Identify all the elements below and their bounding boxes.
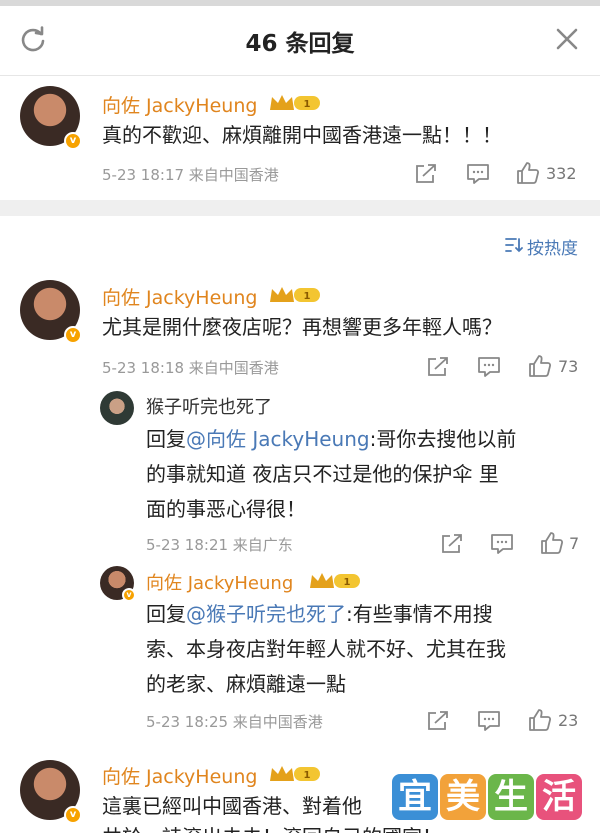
sort-icon[interactable]: [504, 236, 524, 254]
level-text: 1: [304, 291, 311, 302]
reply-text-line: :有些事情不用搜: [346, 602, 493, 626]
comment-icon[interactable]: [466, 163, 490, 185]
avatar[interactable]: [100, 391, 134, 425]
like-icon[interactable]: [528, 354, 552, 378]
comment-icon[interactable]: [490, 533, 514, 555]
like-icon[interactable]: [528, 708, 552, 732]
author-name[interactable]: 向佐 JackyHeung: [102, 91, 257, 118]
like-count: 23: [558, 711, 579, 730]
comment-text: 這裏已經叫中國香港、對着他: [102, 794, 362, 818]
reply-text: 回复@向佐 JackyHeung:哥你去搜他以前: [146, 422, 516, 457]
like-icon[interactable]: [540, 531, 564, 555]
comment-text: 尤其是開什麼夜店呢？再想響更多年輕人嗎？: [102, 315, 502, 339]
share-icon[interactable]: [414, 163, 438, 185]
reply-text-line: :哥你去搜他以前: [369, 427, 517, 451]
reply-text-line: 索、本身夜店對年輕人就不好、尤其在我: [146, 637, 506, 661]
verified-icon: v: [64, 806, 82, 824]
level-text: 1: [344, 577, 351, 588]
share-icon[interactable]: [440, 533, 464, 555]
comment-icon[interactable]: [477, 356, 501, 378]
reply-meta: 5-23 18:21 来自广东: [146, 536, 293, 554]
watermark-char: 美: [440, 774, 486, 820]
reply-text-line: 的老家、麻煩離遠一點: [146, 672, 346, 696]
mention-link[interactable]: @向佐 JackyHeung: [186, 427, 370, 451]
comment-icon[interactable]: [477, 710, 501, 732]
share-icon[interactable]: [426, 710, 450, 732]
close-icon[interactable]: [554, 26, 580, 52]
verified-icon: v: [64, 326, 82, 344]
comment-meta: 5-23 18:18 来自中国香港: [102, 359, 279, 377]
author-name[interactable]: 向佐 JackyHeung: [102, 283, 257, 310]
crown-badge-icon: 1: [268, 284, 322, 306]
like-count: 332: [546, 164, 577, 183]
share-icon[interactable]: [426, 356, 450, 378]
reply-text: 回复@猴子听完也死了:有些事情不用搜: [146, 597, 493, 632]
like-icon[interactable]: [516, 161, 540, 185]
mention-link[interactable]: @猴子听完也死了: [186, 602, 346, 626]
reply-author-name[interactable]: 向佐 JackyHeung: [146, 569, 293, 595]
like-count: 7: [569, 534, 580, 553]
dialog-title: 46 条回复: [245, 31, 355, 57]
reply-text-line: 面的事恶心得很！: [146, 497, 306, 521]
verified-icon: v: [64, 132, 82, 150]
level-text: 1: [304, 99, 311, 110]
watermark-char: 活: [536, 774, 582, 820]
reply-text-line: 的事就知道 夜店只不过是他的保护伞 里: [146, 462, 499, 486]
section-divider: [0, 200, 600, 216]
verified-icon: v: [122, 588, 136, 602]
watermark-char: 宜: [392, 774, 438, 820]
crown-badge-icon: 1: [308, 570, 362, 592]
author-name[interactable]: 向佐 JackyHeung: [102, 762, 257, 789]
watermark-char: 生: [488, 774, 534, 820]
top-edge: [0, 0, 600, 6]
comment-text: 真的不歡迎、麻煩離開中國香港遠一點！！！: [102, 123, 502, 147]
crown-badge-icon: 1: [268, 92, 322, 114]
reply-prefix: 回复: [146, 427, 186, 451]
reply-author-name[interactable]: 猴子听完也死了: [146, 393, 272, 419]
comment-text-overflow: 共於、詩滾出去去！滾回自己的國家！: [102, 820, 442, 833]
dialog-header: 46 条回复: [0, 0, 600, 76]
reply-prefix: 回复: [146, 602, 186, 626]
level-text: 1: [304, 770, 311, 781]
reply-meta: 5-23 18:25 来自中国香港: [146, 713, 323, 731]
like-count: 73: [558, 357, 579, 376]
crown-badge-icon: 1: [268, 763, 322, 785]
watermark-logo: 宜 美 生 活: [392, 774, 582, 824]
comment-meta: 5-23 18:17 来自中国香港: [102, 166, 279, 184]
sort-by-hot-button[interactable]: 按热度: [527, 234, 578, 259]
